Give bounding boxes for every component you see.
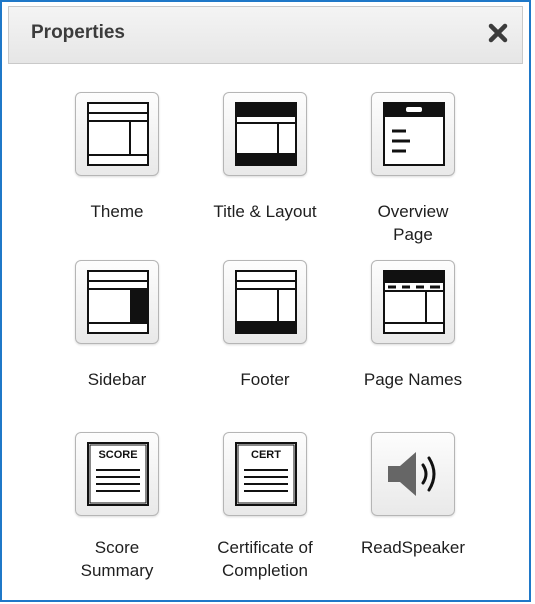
tile-sidebar[interactable]: Sidebar	[42, 240, 192, 400]
tile-score-summary[interactable]: SCORE Score Summary	[42, 412, 192, 592]
page-names-button[interactable]	[371, 260, 455, 344]
tile-title-layout[interactable]: Title & Layout	[190, 72, 340, 232]
tile-label-footer: Footer	[240, 370, 290, 389]
tile-label-score-summary: Score Summary	[80, 538, 154, 580]
tile-footer[interactable]: Footer	[190, 240, 340, 400]
title-layout-button[interactable]	[223, 92, 307, 176]
tile-label-certificate: Certificate of Completion	[217, 538, 313, 580]
overview-page-button[interactable]	[371, 92, 455, 176]
panel-title: Properties	[31, 22, 125, 43]
score-summary-button[interactable]: SCORE	[75, 432, 159, 516]
svg-text:CERT: CERT	[251, 449, 281, 461]
footer-button[interactable]	[223, 260, 307, 344]
properties-grid: Theme Title & Layout Overview Page Sideb…	[2, 72, 533, 592]
svg-text:SCORE: SCORE	[98, 449, 137, 461]
tile-theme[interactable]: Theme	[42, 72, 192, 232]
tile-label-title-layout: Title & Layout	[213, 202, 317, 221]
properties-panel: Properties Theme Title & Layout Overview…	[0, 0, 531, 602]
tile-label-page-names: Page Names	[363, 370, 463, 389]
close-icon[interactable]	[484, 19, 512, 47]
tile-readspeaker[interactable]: ReadSpeaker	[338, 412, 488, 572]
certificate-button[interactable]: CERT	[223, 432, 307, 516]
tile-certificate[interactable]: CERT Certificate of Completion	[190, 412, 340, 592]
tile-label-sidebar: Sidebar	[87, 370, 147, 389]
tile-label-readspeaker: ReadSpeaker	[361, 538, 465, 557]
sidebar-button[interactable]	[75, 260, 159, 344]
panel-header: Properties	[8, 6, 523, 64]
tile-overview-page[interactable]: Overview Page	[338, 72, 488, 252]
readspeaker-button[interactable]	[371, 432, 455, 516]
tile-label-theme: Theme	[90, 202, 144, 221]
tile-page-names[interactable]: Page Names	[338, 240, 488, 400]
theme-button[interactable]	[75, 92, 159, 176]
